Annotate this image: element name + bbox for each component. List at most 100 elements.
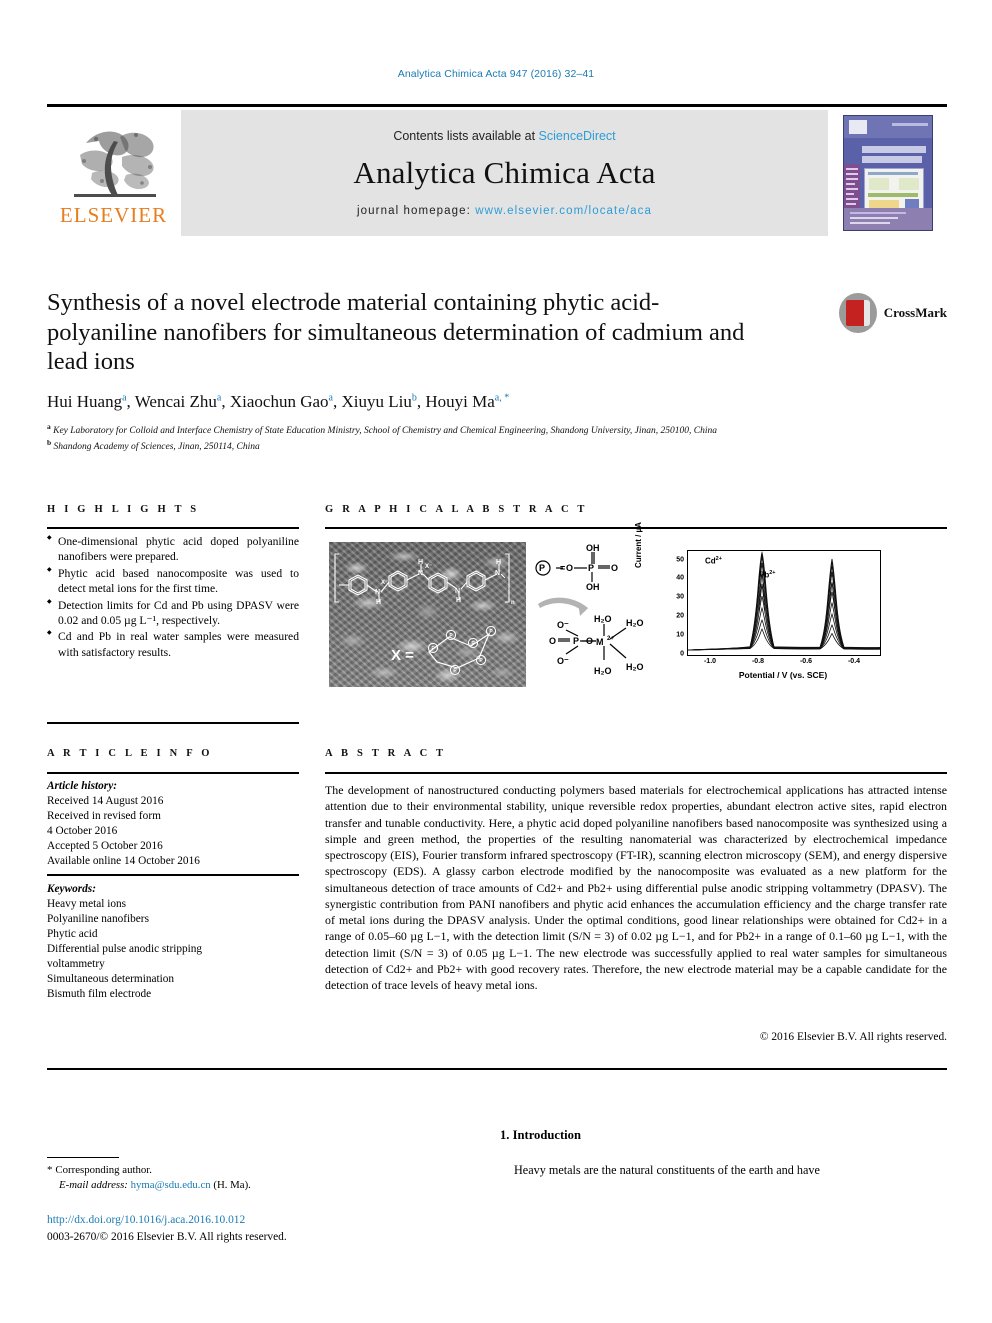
svg-text:P: P: [479, 658, 483, 664]
elsevier-tree-icon: [66, 121, 162, 203]
email-line: E-mail address: hyma@sdu.edu.cn (H. Ma).: [47, 1178, 377, 1193]
footnote-divider: [47, 1157, 119, 1159]
crossmark-label: CrossMark: [883, 305, 947, 320]
author-4[interactable]: Houyi Maa, *: [425, 392, 509, 411]
svg-text:O: O: [566, 563, 573, 573]
keyword-item: Heavy metal ions: [47, 898, 127, 911]
introduction-first-line: Heavy metals are the natural constituent…: [514, 1163, 820, 1177]
sciencedirect-link[interactable]: ScienceDirect: [539, 129, 616, 143]
svg-text:H: H: [376, 599, 381, 606]
graphical-abstract-heading: G R A P H I C A L A B S T R A C T: [325, 504, 588, 515]
page-title: Synthesis of a novel electrode material …: [47, 289, 745, 376]
affiliation-a: a Key Laboratory for Colloid and Interfa…: [47, 421, 718, 437]
journal-cover-thumbnail[interactable]: [828, 110, 947, 236]
svg-text:O⁻: O⁻: [557, 620, 569, 630]
svg-text:X⁻: X⁻: [381, 580, 388, 586]
article-info-heading: A R T I C L E I N F O: [47, 748, 213, 759]
y-tick: 50: [676, 556, 684, 563]
svg-text:P: P: [588, 563, 594, 573]
highlights-divider: [47, 527, 299, 529]
svg-text:H₂O: H₂O: [626, 618, 644, 628]
article-info-divider-bottom: [47, 772, 299, 774]
history-online: Available online 14 October 2016: [47, 855, 200, 868]
crossmark-badge[interactable]: CrossMark: [839, 290, 947, 336]
svg-text:H₂O: H₂O: [594, 666, 612, 676]
elsevier-logo: ELSEVIER: [47, 110, 181, 236]
keyword-item: Bismuth film electrode: [47, 988, 152, 1001]
journal-homepage-link[interactable]: www.elsevier.com/locate/aca: [475, 205, 652, 217]
svg-text:X⁻: X⁻: [425, 564, 432, 570]
svg-text:=: =: [560, 563, 565, 573]
affiliation-list: a Key Laboratory for Colloid and Interfa…: [47, 422, 747, 454]
svg-text:2+: 2+: [607, 636, 614, 642]
x-tick: -0.6: [799, 658, 813, 665]
x-tick: -0.8: [751, 658, 765, 665]
article-info-divider-top: [47, 722, 299, 724]
author-list: Hui Huanga, Wencai Zhua, Xiaochun Gaoa, …: [47, 391, 510, 411]
keyword-item: voltammetry: [47, 958, 105, 971]
list-item: Detection limits for Cd and Pb using DPA…: [47, 598, 299, 629]
svg-text:O: O: [549, 636, 556, 646]
homepage-prefix: journal homepage:: [357, 205, 476, 217]
polymer-x-label: X =: [391, 647, 414, 664]
svg-text:H: H: [496, 559, 501, 566]
svg-text:H: H: [418, 559, 423, 566]
chart-y-axis-label: Current / µA: [634, 522, 643, 568]
contents-prefix: Contents lists available at: [393, 129, 539, 143]
svg-text:M: M: [596, 637, 604, 647]
author-3[interactable]: Xiuyu Liub: [342, 392, 417, 411]
abstract-body: The development of nanostructured conduc…: [325, 782, 947, 993]
svg-text:O: O: [586, 636, 593, 646]
svg-text:OH: OH: [586, 582, 600, 592]
highlights-list: One-dimensional phytic acid doped polyan…: [47, 534, 299, 661]
email-link[interactable]: hyma@sdu.edu.cn: [131, 1179, 211, 1191]
keyword-item: Simultaneous determination: [47, 973, 175, 986]
doi-block: http://dx.doi.org/10.1016/j.aca.2016.10.…: [47, 1212, 447, 1246]
y-tick: 20: [676, 612, 684, 620]
y-tick: 0: [680, 650, 684, 658]
dpasv-voltammogram-chart: Current / µA 0 10 20 30 40 50 Cd2+ Pb2+ …: [634, 522, 943, 692]
svg-text:N: N: [418, 570, 423, 577]
chart-annotation-pb: Pb2+: [759, 570, 776, 580]
sem-micrograph: N H N H N H N H X⁻ X⁻ n P P P P P P X =: [329, 542, 526, 687]
author-0[interactable]: Hui Huanga: [47, 392, 127, 411]
elsevier-wordmark: ELSEVIER: [59, 202, 168, 227]
keywords-label: Keywords:: [47, 883, 96, 895]
author-2[interactable]: Xiaochun Gaoa: [230, 392, 333, 411]
svg-text:H: H: [456, 597, 461, 604]
voltammogram-curves: [688, 551, 880, 651]
svg-text:N: N: [375, 589, 380, 596]
svg-text:O⁻: O⁻: [557, 656, 569, 666]
contents-lists-line: Contents lists available at ScienceDirec…: [393, 129, 615, 143]
abstract-heading: A B S T R A C T: [325, 748, 447, 759]
history-received: Received 14 August 2016: [47, 795, 164, 808]
article-history: Article history: Received 14 August 2016…: [47, 779, 299, 869]
history-revised-form: Received in revised form: [47, 810, 161, 823]
crossmark-icon: [839, 293, 877, 333]
svg-text:O: O: [611, 563, 618, 573]
x-tick: -1.0: [703, 658, 717, 665]
y-tick: 30: [676, 593, 684, 601]
abstract-divider: [325, 772, 947, 774]
running-head: Analytica Chimica Acta 947 (2016) 32–41: [397, 68, 595, 80]
corresponding-marker: *: [47, 1164, 53, 1176]
journal-article-page: Analytica Chimica Acta 947 (2016) 32–41: [0, 0, 992, 1323]
polyaniline-structure-overlay: N H N H N H N H X⁻ X⁻ n P P P P P P X =: [334, 553, 515, 676]
svg-text:P: P: [539, 563, 545, 573]
keywords-divider: [47, 874, 299, 876]
abstract-paragraph: The development of nanostructured conduc…: [325, 783, 947, 992]
list-item: Cd and Pb in real water samples were mea…: [47, 629, 299, 660]
svg-text:P: P: [489, 629, 493, 635]
doi-link[interactable]: http://dx.doi.org/10.1016/j.aca.2016.10.…: [47, 1212, 447, 1229]
content-bottom-divider: [47, 1068, 947, 1070]
email-suffix: (H. Ma).: [213, 1179, 251, 1192]
keyword-item: Phytic acid: [47, 928, 98, 941]
masthead-center: Contents lists available at ScienceDirec…: [181, 110, 828, 236]
svg-text:P: P: [453, 668, 457, 674]
journal-homepage-line: journal homepage: www.elsevier.com/locat…: [357, 205, 652, 217]
author-1[interactable]: Wencai Zhua: [135, 392, 222, 411]
chart-annotation-cd: Cd2+: [705, 556, 722, 566]
highlights-heading: H I G H L I G H T S: [47, 504, 200, 515]
chart-plot-area: [687, 550, 881, 656]
list-item: Phytic acid based nanocomposite was used…: [47, 566, 299, 597]
